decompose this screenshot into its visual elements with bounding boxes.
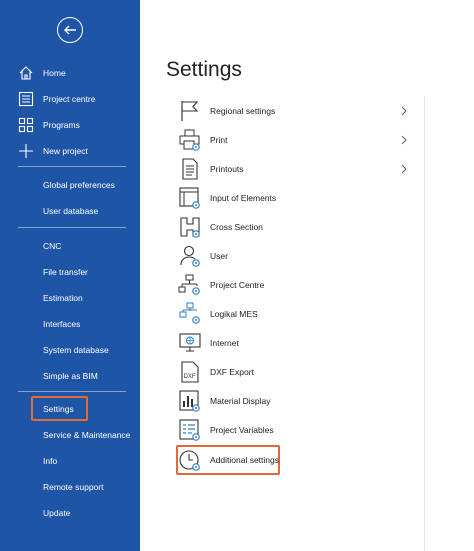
settings-item-project-variables[interactable]: Project Variables — [178, 418, 408, 444]
chevron-right-icon — [401, 135, 407, 145]
settings-item-printouts[interactable]: Printouts — [178, 157, 408, 183]
clock-gear-icon — [179, 450, 200, 471]
settings-item-label: DXF Export — [210, 367, 254, 377]
list-gear-icon — [179, 419, 200, 441]
sidebar-item-simple-as-bim[interactable]: Simple as BIM — [0, 364, 140, 388]
sidebar-item-label: Global preferences — [43, 180, 115, 190]
sidebar-item-home[interactable]: Home — [0, 61, 140, 85]
sidebar-item-user-database[interactable]: User database — [0, 199, 140, 223]
sidebar-item-interfaces[interactable]: Interfaces — [0, 312, 140, 336]
settings-item-user[interactable]: User — [178, 244, 408, 270]
divider — [18, 166, 126, 167]
hierarchy-gear-icon — [178, 274, 200, 295]
settings-item-project-centre[interactable]: Project Centre — [178, 273, 408, 299]
sidebar-item-update[interactable]: Update — [0, 501, 140, 525]
sidebar-item-label: Remote support — [43, 482, 104, 492]
window-gear-icon — [179, 187, 200, 209]
settings-item-logikal-mes[interactable]: Logikal MES — [178, 302, 408, 328]
sidebar-item-label: System database — [43, 345, 109, 355]
divider — [18, 227, 126, 228]
settings-item-internet[interactable]: Internet — [178, 331, 408, 357]
sidebar-item-system-database[interactable]: System database — [0, 338, 140, 362]
sidebar-item-label: User database — [43, 206, 99, 216]
sidebar-item-new-project[interactable]: New project — [0, 139, 140, 163]
settings-item-material-display[interactable]: Material Display — [178, 389, 408, 415]
dxf-file-icon: DXF — [181, 361, 199, 383]
sidebar-item-info[interactable]: Info — [0, 449, 140, 473]
settings-item-print[interactable]: Print — [178, 128, 408, 154]
sidebar-item-programs[interactable]: Programs — [0, 113, 140, 137]
sidebar-item-label: Update — [43, 508, 71, 518]
settings-item-label: Input of Elements — [210, 193, 277, 203]
page-title: Settings — [166, 58, 242, 81]
settings-item-input-of-elements[interactable]: Input of Elements — [178, 186, 408, 212]
settings-item-additional-settings[interactable]: Additional settings — [178, 448, 408, 474]
settings-item-regional-settings[interactable]: Regional settings — [178, 99, 408, 125]
monitor-globe-icon — [179, 333, 201, 352]
sidebar-item-label: Interfaces — [43, 319, 81, 329]
sidebar-item-label: File transfer — [43, 267, 88, 277]
divider — [424, 96, 425, 551]
settings-item-label: Print — [210, 135, 228, 145]
sidebar-item-label: Programs — [43, 120, 80, 130]
sidebar-item-remote-support[interactable]: Remote support — [0, 475, 140, 499]
settings-item-label: User — [210, 251, 228, 261]
settings-item-label: Cross Section — [210, 222, 263, 232]
sidebar-item-label: Service & Maintenance — [43, 430, 131, 440]
sidebar: Home Project centre Programs New project… — [0, 0, 140, 551]
settings-item-label: Project Variables — [210, 425, 274, 435]
sidebar-item-label: Simple as BIM — [43, 371, 98, 381]
grid-icon — [18, 117, 34, 133]
divider — [18, 391, 126, 392]
settings-item-label: Additional settings — [210, 455, 279, 465]
document-icon — [182, 158, 198, 180]
sidebar-item-label: Project centre — [43, 94, 96, 104]
settings-item-label: Logikal MES — [210, 309, 258, 319]
settings-item-dxf-export[interactable]: DXF DXF Export — [178, 360, 408, 386]
back-button[interactable] — [57, 17, 83, 43]
sidebar-item-project-centre[interactable]: Project centre — [0, 87, 140, 111]
settings-item-label: Material Display — [210, 396, 271, 406]
sidebar-item-label: Settings — [43, 404, 74, 414]
main-panel: Settings Regional settings Print Printou… — [140, 0, 474, 551]
sidebar-item-estimation[interactable]: Estimation — [0, 286, 140, 310]
settings-item-label: Regional settings — [210, 106, 276, 116]
sidebar-item-label: Estimation — [43, 293, 83, 303]
sidebar-item-file-transfer[interactable]: File transfer — [0, 260, 140, 284]
sidebar-item-global-preferences[interactable]: Global preferences — [0, 173, 140, 197]
sidebar-item-service-maintenance[interactable]: Service & Maintenance — [0, 423, 140, 447]
chevron-right-icon — [401, 106, 407, 116]
sidebar-item-settings[interactable]: Settings — [0, 397, 140, 421]
arrow-left-icon — [64, 25, 76, 35]
sidebar-item-label: New project — [43, 146, 88, 156]
cross-section-icon — [180, 217, 200, 238]
chart-gear-icon — [179, 390, 200, 412]
settings-item-label: Printouts — [210, 164, 244, 174]
plus-icon — [19, 144, 33, 158]
chevron-right-icon — [401, 164, 407, 174]
project-centre-icon — [18, 91, 34, 107]
sidebar-item-cnc[interactable]: CNC — [0, 234, 140, 258]
home-icon — [19, 66, 33, 80]
sidebar-item-label: Home — [43, 68, 66, 78]
user-gear-icon — [180, 245, 200, 267]
sidebar-item-label: Info — [43, 456, 58, 466]
settings-item-label: Project Centre — [210, 280, 265, 290]
printer-gear-icon — [179, 129, 200, 151]
settings-item-cross-section[interactable]: Cross Section — [178, 215, 408, 241]
settings-item-label: Internet — [210, 338, 239, 348]
flag-icon — [181, 101, 199, 121]
sidebar-item-label: CNC — [43, 241, 62, 251]
svg-text:DXF: DXF — [184, 374, 196, 380]
network-gear-icon — [179, 302, 200, 324]
